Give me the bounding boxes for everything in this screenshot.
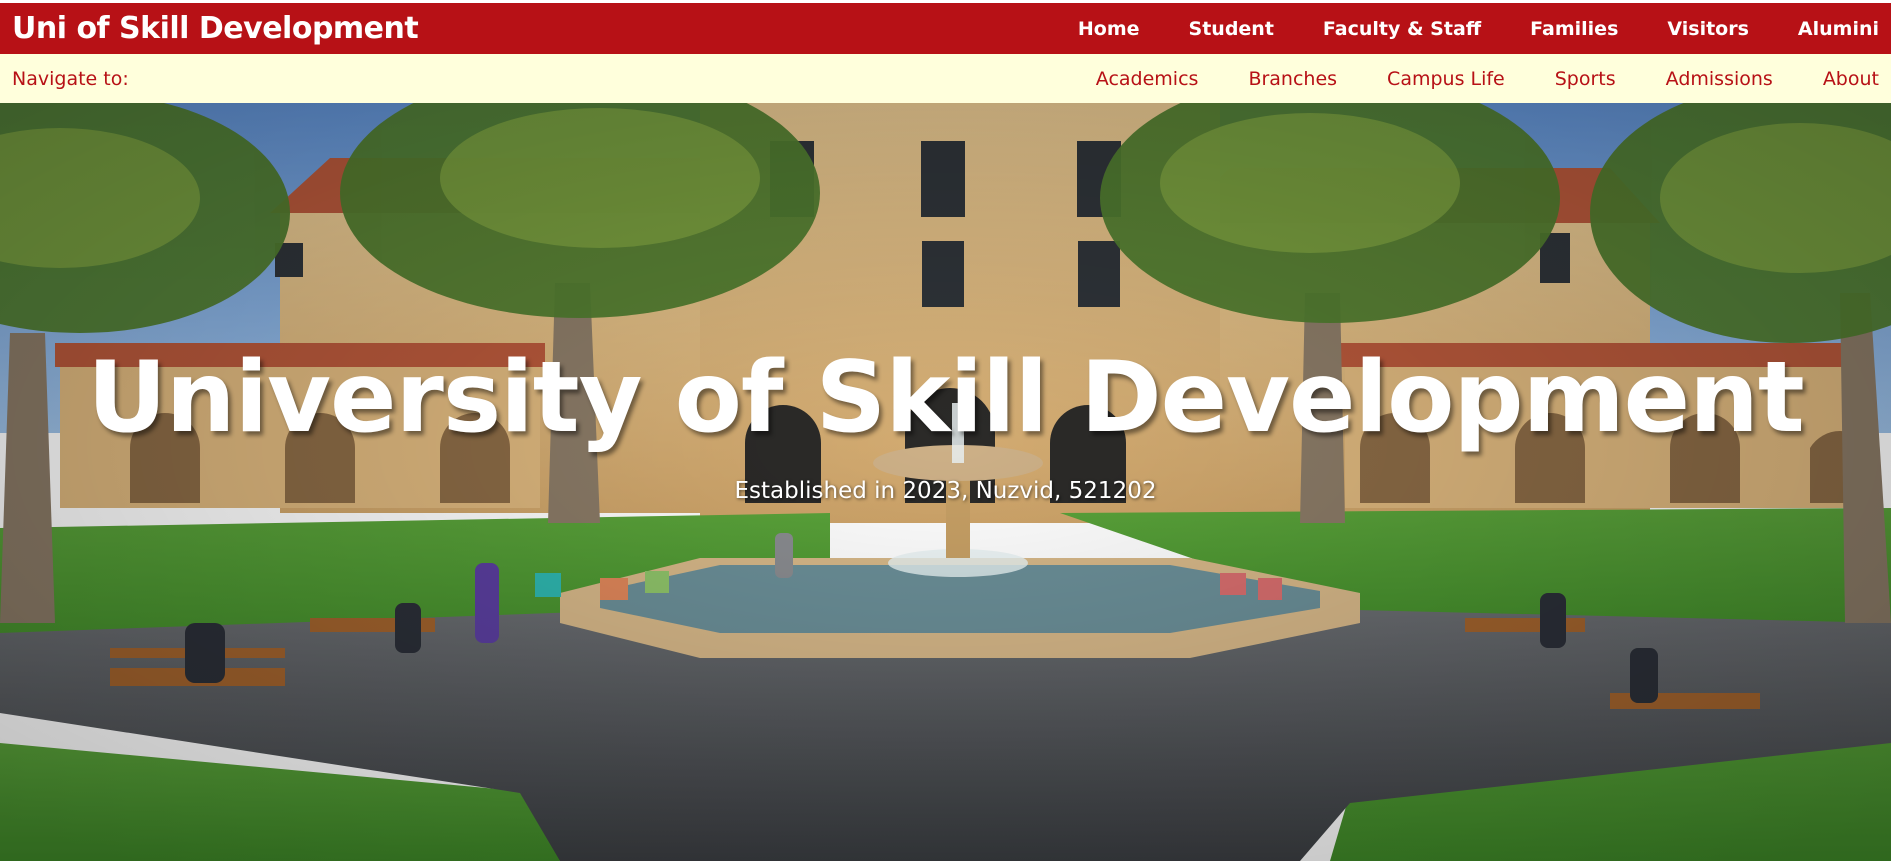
subnav-campus-life[interactable]: Campus Life [1387,68,1505,90]
hero-title: University of Skill Development [87,341,1805,455]
site-brand[interactable]: Uni of Skill Development [12,11,419,46]
secondary-nav: Academics Branches Campus Life Sports Ad… [1046,68,1879,90]
subnav-about[interactable]: About [1823,68,1879,90]
subnav-branches[interactable]: Branches [1248,68,1337,90]
top-header: Uni of Skill Development Home Student Fa… [0,0,1891,54]
subnav-academics[interactable]: Academics [1096,68,1199,90]
hero-subtitle: Established in 2023, Nuzvid, 521202 [734,478,1157,504]
hero-banner: University of Skill Development Establis… [0,103,1891,861]
nav-faculty-staff[interactable]: Faculty & Staff [1323,18,1481,40]
secondary-header: Navigate to: Academics Branches Campus L… [0,54,1891,103]
subnav-admissions[interactable]: Admissions [1666,68,1773,90]
nav-families[interactable]: Families [1530,18,1618,40]
subnav-sports[interactable]: Sports [1555,68,1616,90]
primary-nav: Home Student Faculty & Staff Families Vi… [1029,18,1879,40]
nav-student[interactable]: Student [1189,18,1274,40]
nav-alumni[interactable]: Alumini [1798,18,1879,40]
nav-home[interactable]: Home [1078,18,1140,40]
nav-visitors[interactable]: Visitors [1667,18,1749,40]
navigate-label: Navigate to: [12,67,129,90]
